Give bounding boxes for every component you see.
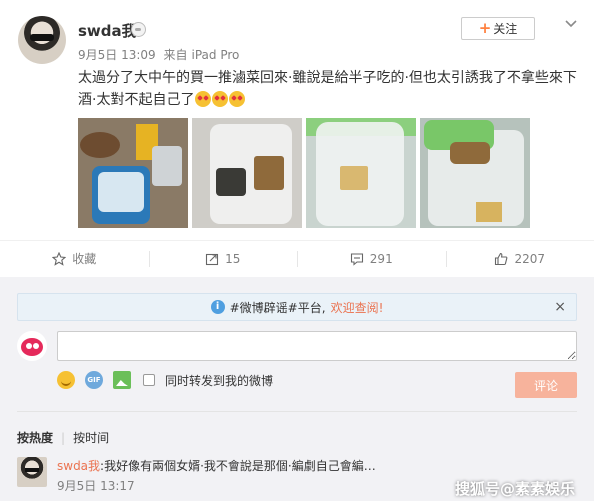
favorite-label: 收藏	[72, 252, 97, 266]
follow-label: 关注	[493, 22, 518, 36]
notice-text[interactable]: #微博辟谣#平台,	[230, 299, 326, 316]
comment-section: i #微博辟谣#平台, 欢迎查阅! × GIF 同时转发到我的微博 评论 按热度…	[0, 277, 594, 501]
photo-shape	[80, 132, 120, 158]
food-photo-4[interactable]	[420, 118, 530, 228]
photo-shape	[450, 142, 490, 164]
star-icon	[52, 251, 67, 266]
author-avatar[interactable]	[18, 16, 66, 64]
rumor-notice-banner: i #微博辟谣#平台, 欢迎查阅! ×	[17, 293, 577, 321]
sort-by-time-tab[interactable]: 按时间	[73, 429, 109, 446]
heart-eyes-emoji	[195, 91, 212, 107]
photo-shape	[216, 168, 246, 196]
repost-button[interactable]: 15	[148, 241, 298, 276]
photo-shape	[254, 156, 284, 190]
photo-grid	[78, 118, 530, 228]
like-count: 2207	[514, 251, 546, 266]
divider	[17, 411, 577, 412]
post-action-bar: 收藏 15 291 2207	[0, 240, 594, 276]
thumbs-up-icon	[495, 252, 508, 265]
food-photo-1[interactable]	[78, 118, 188, 228]
chevron-down-icon[interactable]	[564, 16, 578, 30]
avatar-glasses	[25, 468, 39, 472]
avatar-eye	[33, 343, 39, 349]
post-date[interactable]: 9月5日 13:09	[78, 48, 156, 62]
gif-icon[interactable]: GIF	[85, 371, 103, 389]
follow-button[interactable]: + 关注	[461, 17, 535, 40]
current-user-avatar	[17, 331, 47, 361]
post-body: 太過分了大中午的買一推滷菜回來·雖說是給半子吃的·但也太引誘我了不拿些來下酒·太…	[78, 70, 577, 108]
heart-eyes-emoji	[229, 91, 246, 107]
comment-time: 9月5日 13:17	[57, 479, 135, 493]
comment-author-avatar[interactable]	[17, 457, 47, 487]
submit-comment-button[interactable]: 评论	[515, 372, 577, 398]
post-meta: 9月5日 13:09 来自 iPad Pro	[78, 46, 243, 63]
member-badge-icon[interactable]	[131, 22, 146, 37]
avatar-glasses	[30, 34, 54, 41]
image-upload-icon[interactable]	[113, 371, 131, 389]
food-photo-2[interactable]	[192, 118, 302, 228]
photo-shape	[98, 172, 144, 212]
post-text: 太過分了大中午的買一推滷菜回來·雖說是給半子吃的·但也太引誘我了不拿些來下酒·太…	[78, 67, 578, 111]
info-icon: i	[210, 300, 225, 314]
food-photo-3[interactable]	[306, 118, 416, 228]
sort-by-hot-tab[interactable]: 按热度	[17, 429, 53, 446]
sort-separator: |	[61, 430, 66, 445]
post-source[interactable]: iPad Pro	[192, 48, 240, 62]
photo-shape	[152, 146, 182, 186]
avatar-face	[21, 338, 43, 356]
comment-item: swda我:我好像有兩個女婿·我不會說是那個·編劇自己會編…	[57, 457, 376, 474]
comment-author-name[interactable]: swda我	[57, 459, 100, 473]
repost-icon	[206, 253, 219, 265]
comment-icon	[350, 252, 363, 266]
author-name[interactable]: swda我	[78, 20, 137, 41]
plus-icon: +	[478, 19, 492, 37]
avatar-eye	[26, 343, 32, 349]
weibo-post-card: swda我 9月5日 13:09 来自 iPad Pro + 关注 太過分了大中午…	[0, 0, 594, 240]
repost-option-label[interactable]: 同时转发到我的微博	[165, 372, 273, 389]
comment-sort-tabs: 按热度 | 按时间	[17, 429, 109, 446]
watermark: 搜狐号@素素娛乐	[455, 480, 576, 498]
repost-count: 15	[225, 251, 241, 266]
heart-eyes-emoji	[212, 91, 229, 107]
photo-shape	[476, 202, 502, 222]
favorite-button[interactable]: 收藏	[0, 241, 149, 276]
notice-link[interactable]: 欢迎查阅!	[331, 299, 384, 316]
photo-shape	[340, 166, 368, 190]
repost-checkbox[interactable]	[143, 374, 155, 386]
source-prefix: 来自	[163, 48, 188, 62]
comment-toolbar: GIF 同时转发到我的微博	[57, 371, 273, 389]
close-icon[interactable]: ×	[554, 299, 566, 315]
like-button[interactable]: 2207	[445, 241, 594, 276]
comment-count: 291	[369, 251, 393, 266]
emoji-picker-icon[interactable]	[57, 371, 75, 389]
comment-body: :我好像有兩個女婿·我不會說是那個·編劇自己會編…	[100, 459, 376, 473]
comment-button[interactable]: 291	[297, 241, 446, 276]
comment-input[interactable]	[57, 331, 577, 361]
